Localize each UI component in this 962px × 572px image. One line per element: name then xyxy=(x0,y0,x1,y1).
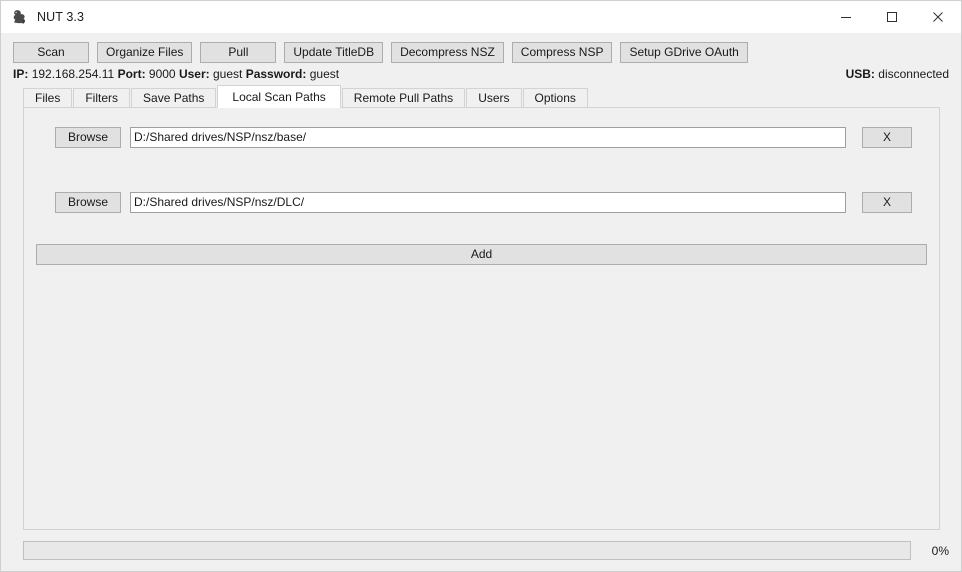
add-path-button[interactable]: Add xyxy=(36,244,927,265)
user-label: User: xyxy=(178,67,210,81)
organize-files-button[interactable]: Organize Files xyxy=(97,41,193,63)
tab-remote-pull-paths[interactable]: Remote Pull Paths xyxy=(341,88,466,107)
connection-status-bar: IP: 192.168.254.11 Port: 9000 User: gues… xyxy=(1,63,961,85)
scan-path-row: Browse X xyxy=(36,191,927,213)
user-value: guest xyxy=(212,67,243,81)
port-label: Port: xyxy=(117,67,146,81)
pull-button[interactable]: Pull xyxy=(200,41,277,63)
window-title: NUT 3.3 xyxy=(37,10,85,24)
tab-save-paths[interactable]: Save Paths xyxy=(131,88,217,107)
password-label: Password: xyxy=(245,67,307,81)
scan-button[interactable]: Scan xyxy=(13,41,89,63)
progress-bar-area: 0% xyxy=(1,530,961,571)
progress-percent-label: 0% xyxy=(931,543,949,558)
password-value: guest xyxy=(309,67,340,81)
ip-label: IP: xyxy=(13,67,29,81)
scan-path-input[interactable] xyxy=(130,191,846,213)
title-bar-left: NUT 3.3 xyxy=(1,8,84,26)
setup-gdrive-oauth-button[interactable]: Setup GDrive OAuth xyxy=(620,41,748,63)
tab-panel-wrapper: Browse X Browse X Add xyxy=(1,107,961,530)
tab-users[interactable]: Users xyxy=(466,88,522,107)
tab-local-scan-paths[interactable]: Local Scan Paths xyxy=(217,85,341,108)
title-bar: NUT 3.3 xyxy=(1,1,961,33)
maximize-icon[interactable] xyxy=(869,1,915,33)
app-window: NUT 3.3 Scan Organize Files Pull Update … xyxy=(0,0,962,572)
toolbar: Scan Organize Files Pull Update TitleDB … xyxy=(1,33,961,63)
minimize-icon[interactable] xyxy=(823,1,869,33)
remove-path-button[interactable]: X xyxy=(862,126,912,148)
decompress-nsz-button[interactable]: Decompress NSZ xyxy=(391,41,504,63)
usb-value: disconnected xyxy=(878,67,949,81)
compress-nsp-button[interactable]: Compress NSP xyxy=(511,41,613,63)
progress-bar xyxy=(23,541,911,560)
tab-filters[interactable]: Filters xyxy=(73,88,131,107)
remove-path-button[interactable]: X xyxy=(862,191,912,213)
connection-info: IP: 192.168.254.11 Port: 9000 User: gues… xyxy=(13,67,339,81)
scan-path-row: Browse X xyxy=(36,126,927,148)
browse-button[interactable]: Browse xyxy=(55,191,121,213)
update-titledb-button[interactable]: Update TitleDB xyxy=(284,41,384,63)
browse-button[interactable]: Browse xyxy=(55,126,121,148)
local-scan-paths-panel: Browse X Browse X Add xyxy=(23,107,940,530)
usb-status: USB: disconnected xyxy=(846,67,949,81)
tab-files[interactable]: Files xyxy=(23,88,73,107)
tab-options[interactable]: Options xyxy=(522,88,588,107)
scan-path-input[interactable] xyxy=(130,126,846,148)
squirrel-icon xyxy=(11,8,29,26)
close-icon[interactable] xyxy=(915,1,961,33)
tab-bar: Files Filters Save Paths Local Scan Path… xyxy=(1,85,961,108)
usb-label: USB: xyxy=(845,67,875,81)
window-controls xyxy=(823,1,961,33)
ip-value: 192.168.254.11 xyxy=(31,67,115,81)
port-value: 9000 xyxy=(148,67,176,81)
